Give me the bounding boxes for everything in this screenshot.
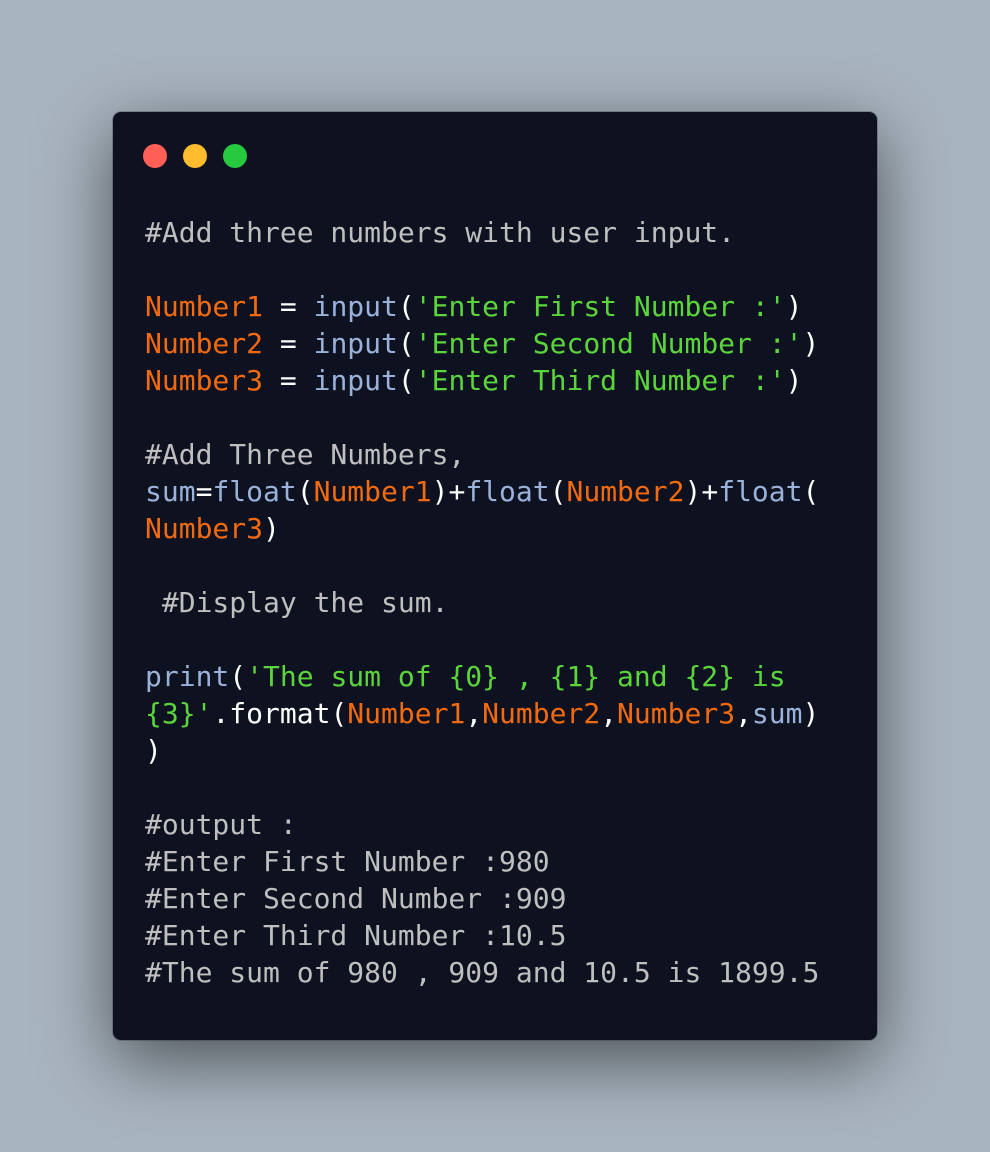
- code-token: Number3: [145, 512, 264, 545]
- maximize-dot-icon[interactable]: [223, 144, 247, 168]
- code-token: #Add three numbers with user input.: [145, 216, 736, 249]
- code-token: #Enter Second Number :909: [145, 882, 567, 915]
- code-line: Number3 = input('Enter Third Number :'): [145, 362, 819, 399]
- code-token: input: [313, 290, 398, 323]
- code-token: (: [397, 290, 415, 323]
- code-token: ): [263, 512, 280, 545]
- code-token: ,: [600, 697, 618, 730]
- code-window: #Add three numbers with user input. Numb…: [113, 112, 877, 1040]
- code-token: =: [263, 327, 314, 360]
- minimize-dot-icon[interactable]: [183, 144, 207, 168]
- code-token: #Enter First Number :980: [145, 845, 550, 878]
- code-token: Number3: [145, 364, 264, 397]
- code-token: ,: [735, 697, 752, 730]
- code-token: Number2: [145, 327, 264, 360]
- code-token: input: [313, 327, 398, 360]
- code-token: #The sum of 980 , 909 and 10.5 is 1899.5: [145, 956, 820, 989]
- code-token: float: [465, 475, 550, 508]
- code-token: ): [785, 290, 803, 323]
- code-token: (: [397, 327, 415, 360]
- code-token: (: [397, 364, 415, 397]
- code-token: float: [718, 475, 803, 508]
- code-line: ): [145, 732, 819, 769]
- code-token: ): [785, 364, 803, 397]
- code-token: )+: [431, 475, 466, 508]
- code-token: print: [145, 660, 230, 693]
- code-token: ): [802, 327, 820, 360]
- code-line: {3}'.format(Number1,Number2,Number3,sum): [145, 695, 819, 732]
- code-line: Number3): [145, 510, 819, 547]
- code-token: (: [549, 475, 567, 508]
- code-token: 'Enter First Number :': [414, 290, 786, 323]
- code-line: #Enter First Number :980: [145, 843, 819, 880]
- code-token: Number1: [347, 697, 466, 730]
- code-token: Number2: [482, 697, 601, 730]
- code-token: ): [802, 697, 820, 730]
- code-token: sum: [145, 475, 196, 508]
- code-token: {3}': [145, 697, 213, 730]
- code-token: ,: [465, 697, 483, 730]
- code-line: Number1 = input('Enter First Number :'): [145, 288, 819, 325]
- code-token: (: [802, 475, 820, 508]
- code-token: =: [263, 290, 314, 323]
- code-token: (: [296, 475, 314, 508]
- window-controls: [143, 144, 263, 168]
- code-line: #Add Three Numbers,: [145, 436, 819, 473]
- code-token: #Display the sum.: [145, 586, 449, 619]
- code-token: )+: [684, 475, 719, 508]
- close-dot-icon[interactable]: [143, 144, 167, 168]
- code-token: =: [263, 364, 314, 397]
- code-line: #Add three numbers with user input.: [145, 214, 819, 251]
- code-line: #output :: [145, 806, 819, 843]
- code-line: #Enter Third Number :10.5: [145, 917, 819, 954]
- code-line: print('The sum of {0} , {1} and {2} is: [145, 658, 819, 695]
- code-token: float: [212, 475, 297, 508]
- code-line: #The sum of 980 , 909 and 10.5 is 1899.5: [145, 954, 819, 991]
- code-token: Number2: [566, 475, 685, 508]
- code-token: #Enter Third Number :10.5: [145, 919, 567, 952]
- code-token: (: [229, 660, 247, 693]
- code-token: Number3: [617, 697, 736, 730]
- code-token: 'The sum of {0} , {1} and {2} is: [246, 660, 786, 693]
- code-token: =: [195, 475, 213, 508]
- code-token: 'Enter Third Number :': [414, 364, 786, 397]
- code-line: #Enter Second Number :909: [145, 880, 819, 917]
- code-token: 'Enter Second Number :': [414, 327, 803, 360]
- code-line: Number2 = input('Enter Second Number :'): [145, 325, 819, 362]
- code-token: Number1: [145, 290, 264, 323]
- code-token: #Add Three Numbers,: [145, 438, 466, 471]
- code-line: sum=float(Number1)+float(Number2)+float(: [145, 473, 819, 510]
- code-token: Number1: [313, 475, 432, 508]
- code-token: .format(: [212, 697, 348, 730]
- code-token: input: [313, 364, 398, 397]
- code-line: #Display the sum.: [145, 584, 819, 621]
- code-token: sum: [751, 697, 803, 730]
- code-token: #output :: [145, 808, 297, 841]
- code-block: #Add three numbers with user input. Numb…: [145, 214, 819, 991]
- code-token: ): [145, 734, 162, 767]
